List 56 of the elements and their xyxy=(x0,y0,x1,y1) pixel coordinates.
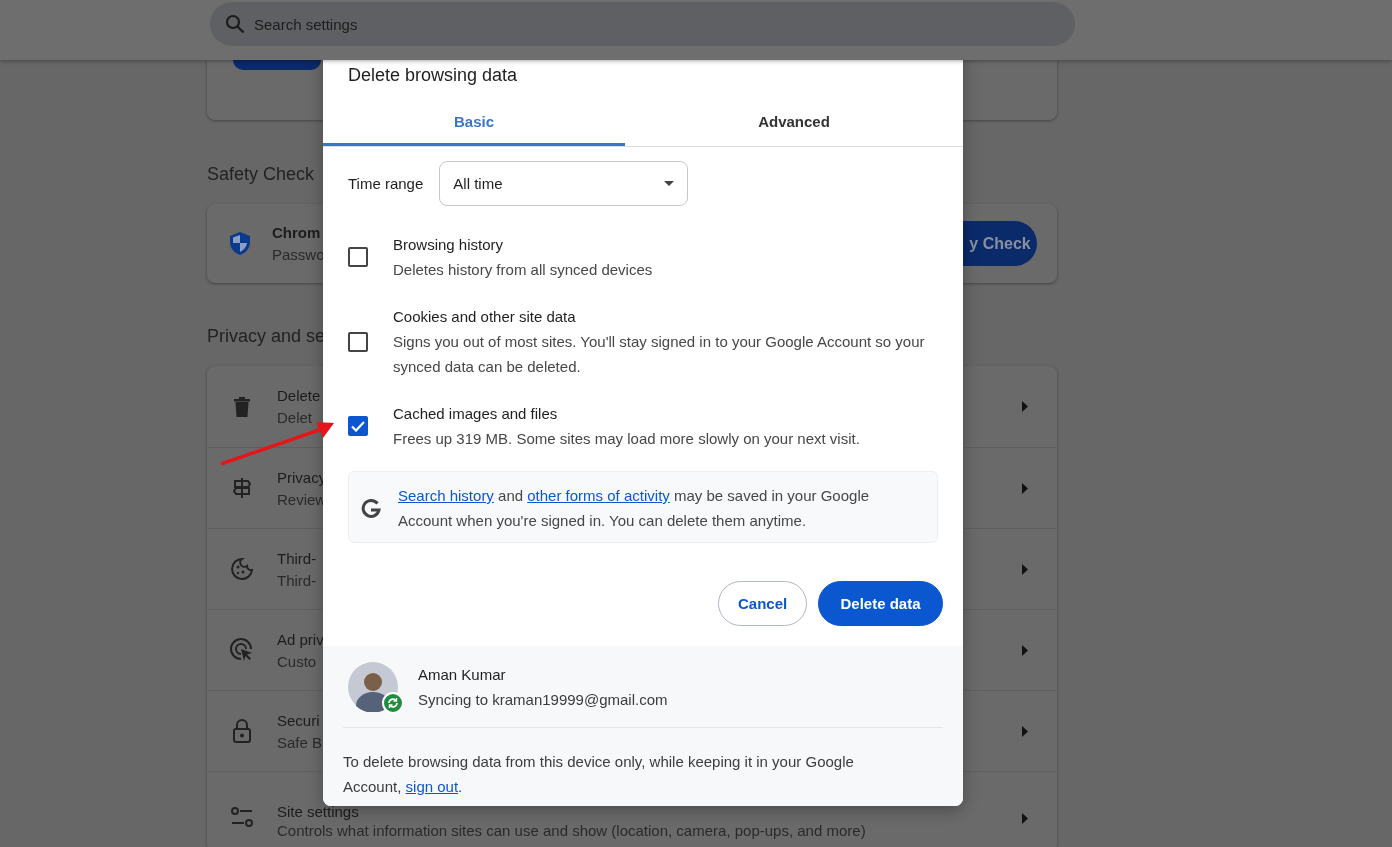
link[interactable]: Search history xyxy=(398,487,494,504)
row-title: Delete xyxy=(277,387,321,404)
row-subtitle: Third- xyxy=(277,571,317,589)
row-subtitle: Safe B xyxy=(277,733,323,751)
checkbox[interactable] xyxy=(348,247,368,267)
shield-icon xyxy=(230,232,250,255)
target-cursor-icon xyxy=(230,638,254,662)
delete-data-button[interactable]: Delete data xyxy=(818,581,943,626)
tab[interactable]: Basic xyxy=(323,100,625,146)
google-logo-icon xyxy=(361,498,381,518)
section-heading: Privacy and se xyxy=(207,326,326,347)
cancel-button[interactable]: Cancel xyxy=(718,581,807,626)
caret-icon[interactable] xyxy=(1022,563,1028,575)
caret-icon[interactable] xyxy=(1022,482,1028,494)
option-description: Deletes history from all synced devices xyxy=(393,260,653,280)
option-description: Frees up 319 MB. Some sites may load more slowly on your next visit. xyxy=(393,429,860,449)
footer-text: To delete browsing data from this device only, while keeping it in your Google Account, sign out. xyxy=(343,752,855,797)
caret-icon[interactable] xyxy=(1022,644,1028,656)
account-email: Syncing to kraman19999@gmail.com xyxy=(418,690,668,710)
account-name: Aman Kumar xyxy=(418,665,507,685)
link[interactable]: other forms of activity xyxy=(527,487,670,504)
caret-icon[interactable] xyxy=(1022,725,1028,737)
option-title: Cookies and other site data xyxy=(393,307,576,327)
safety-check-button[interactable]: y Check xyxy=(963,221,1037,266)
caret-icon[interactable] xyxy=(1022,813,1028,824)
search-placeholder: Search settings xyxy=(254,15,358,33)
sync-badge-icon xyxy=(382,692,404,714)
row-subtitle: Controls what information sites can use and show (location, camera, pop-ups, and more) xyxy=(277,822,866,839)
trash-icon xyxy=(234,396,250,417)
primary-button[interactable] xyxy=(233,60,321,70)
cookie-icon xyxy=(231,558,253,580)
sliders-icon xyxy=(231,807,253,827)
row-title: Ad priv xyxy=(277,630,324,648)
section-heading: Safety Check xyxy=(207,164,315,185)
dialog-title: Delete browsing data xyxy=(347,64,519,87)
option-title: Cached images and files xyxy=(393,404,558,424)
signpost-icon xyxy=(233,477,251,499)
option-description: Signs you out of most sites. You'll stay signed in to your Google Account so your synced data can be deleted. xyxy=(393,332,926,377)
row-subtitle: Delet xyxy=(277,409,313,426)
row-title: Third- xyxy=(277,549,317,567)
caret-icon xyxy=(664,181,675,186)
row-title: Securi xyxy=(277,711,320,729)
tab[interactable]: Advanced xyxy=(625,100,963,146)
row-title: Site settings xyxy=(277,803,359,820)
field-label: Time range xyxy=(348,175,424,192)
time-range-dropdown[interactable]: All time xyxy=(439,161,689,206)
card-title: Chrom xyxy=(272,224,321,241)
row-subtitle: Custo xyxy=(277,652,317,670)
notice-text: Search history and other forms of activity may be saved in your Google Account when you're signed in. You can delete them anytime. xyxy=(398,486,871,531)
caret-icon[interactable] xyxy=(1022,401,1028,412)
option-title: Browsing history xyxy=(393,235,504,255)
card-subtitle: Passwo xyxy=(272,246,325,263)
lock-icon xyxy=(233,719,251,743)
checkbox[interactable] xyxy=(348,416,368,436)
checkbox[interactable] xyxy=(348,331,368,352)
search-icon xyxy=(225,14,245,34)
